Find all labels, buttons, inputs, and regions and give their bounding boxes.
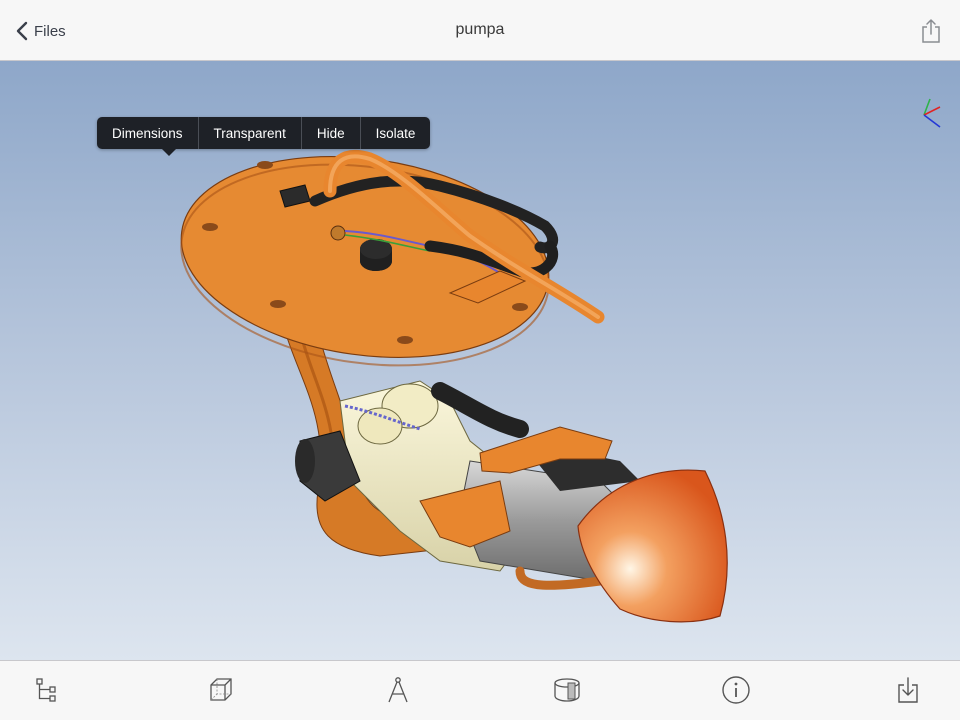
section-icon	[554, 678, 580, 702]
share-button[interactable]	[920, 18, 942, 44]
menu-pointer	[161, 148, 177, 156]
share-icon	[922, 19, 940, 43]
info-button[interactable]	[721, 675, 751, 705]
model-tree-button[interactable]	[32, 675, 62, 705]
section-button[interactable]	[552, 675, 582, 705]
menu-item-transparent[interactable]: Transparent	[199, 117, 302, 149]
navigation-bar: Files pumpa	[0, 0, 960, 61]
download-icon	[898, 677, 918, 703]
page-title: pumpa	[455, 21, 505, 38]
model-viewport[interactable]: Dimensions Transparent Hide Isolate	[0, 61, 960, 660]
menu-item-hide[interactable]: Hide	[302, 117, 361, 149]
info-icon	[722, 676, 750, 704]
compass-icon	[388, 677, 408, 703]
fuel-pump-model[interactable]	[0, 61, 960, 660]
box-icon	[210, 678, 232, 701]
tree-icon	[36, 678, 56, 702]
menu-item-dimensions[interactable]: Dimensions	[97, 117, 199, 149]
measure-button[interactable]	[383, 675, 413, 705]
axis-triad-icon	[923, 98, 941, 128]
view-cube-button[interactable]	[206, 675, 236, 705]
menu-item-isolate[interactable]: Isolate	[361, 117, 431, 149]
download-button[interactable]	[893, 675, 923, 705]
context-menu: Dimensions Transparent Hide Isolate	[97, 117, 431, 149]
bottom-toolbar	[0, 660, 960, 720]
